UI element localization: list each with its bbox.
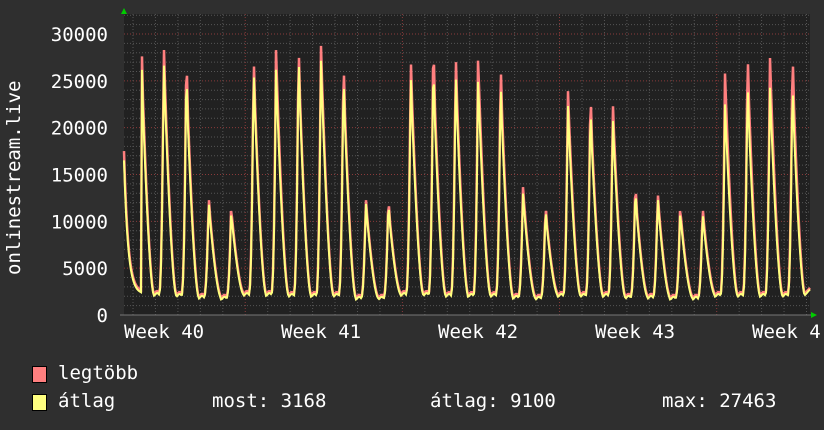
stat-now: most: 3168 (212, 390, 327, 412)
x-tick-label: Week 4 (752, 321, 821, 343)
legend-swatch-legtobb (32, 366, 47, 383)
stat-average: átlag: 9100 (430, 390, 556, 412)
plot-area (124, 14, 810, 315)
y-axis-arrow-icon (121, 8, 127, 14)
y-tick-label: 25000 (51, 71, 108, 93)
x-axis-arrow-icon (811, 312, 817, 318)
x-axis: Week 40 Week 41 Week 42 Week 43 Week 4 (124, 321, 821, 343)
legend-label-atlag: átlag (58, 390, 116, 412)
x-tick-label: Week 43 (595, 321, 675, 343)
x-tick-label: Week 42 (438, 321, 518, 343)
y-tick-label: 5000 (62, 258, 108, 280)
y-tick-label: 30000 (51, 24, 108, 46)
legend-swatch-atlag (32, 394, 47, 411)
y-tick-label: 10000 (51, 211, 108, 233)
y-tick-label: 15000 (51, 165, 108, 187)
y-tick-label: 0 (97, 305, 108, 327)
stat-max: max: 27463 (662, 390, 777, 412)
x-tick-label: Week 40 (124, 321, 204, 343)
y-tick-label: 20000 (51, 118, 108, 140)
x-tick-label: Week 41 (281, 321, 361, 343)
y-axis-label: onlinestream.live (3, 81, 25, 275)
legend-label-legtobb: legtöbb (58, 362, 139, 384)
y-axis: 0 5000 10000 15000 20000 25000 30000 (51, 24, 108, 327)
